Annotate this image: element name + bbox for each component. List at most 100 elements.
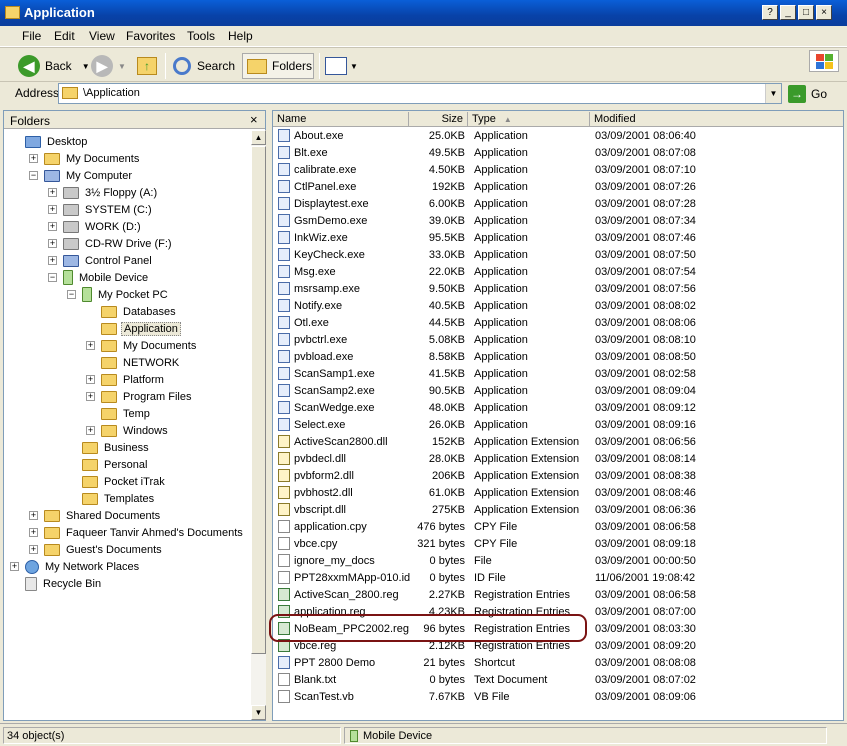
- minimize-button[interactable]: _: [780, 5, 796, 20]
- file-row[interactable]: ActiveScan2800.dll 152KB Application Exten…: [273, 434, 843, 451]
- file-row[interactable]: msrsamp.exe 9.50KB Application 03/09/2001 0…: [273, 281, 843, 298]
- file-row[interactable]: Msg.exe 22.0KB Application 03/09/2001 08:07…: [273, 264, 843, 281]
- collapse-icon[interactable]: −: [48, 273, 57, 282]
- file-row[interactable]: ScanSamp1.exe 41.5KB Application 03/09/2001…: [273, 366, 843, 383]
- file-row[interactable]: pvbdecl.dll 28.0KB Application Extension 03…: [273, 451, 843, 468]
- expand-icon[interactable]: +: [29, 511, 38, 520]
- file-row[interactable]: ActiveScan_2800.reg 2.27KB Registration En…: [273, 587, 843, 604]
- tree-item[interactable]: − Mobile Device: [48, 269, 150, 286]
- menu-favorites[interactable]: Favorites: [126, 29, 175, 43]
- tree-item[interactable]: + Guest's Documents: [29, 541, 164, 558]
- file-row[interactable]: InkWiz.exe 95.5KB Application 03/09/2001 08…: [273, 230, 843, 247]
- up-folder-button[interactable]: ↑: [137, 53, 157, 79]
- maximize-button[interactable]: □: [798, 5, 814, 20]
- file-row[interactable]: KeyCheck.exe 33.0KB Application 03/09/2001 …: [273, 247, 843, 264]
- file-row[interactable]: PPT28xxmMApp-010.id 0 bytes ID File 11/06/2…: [273, 570, 843, 587]
- file-row[interactable]: ScanSamp2.exe 90.5KB Application 03/09/2001…: [273, 383, 843, 400]
- expand-icon[interactable]: +: [48, 256, 57, 265]
- tree-item[interactable]: + Shared Documents: [29, 507, 162, 524]
- tree-item[interactable]: Application: [101, 320, 181, 337]
- folders-scrollbar[interactable]: ▲ ▼: [251, 130, 266, 720]
- scroll-down-icon[interactable]: ▼: [251, 705, 266, 720]
- collapse-icon[interactable]: −: [29, 171, 38, 180]
- file-row[interactable]: pvbform2.dll 206KB Application Extension 03…: [273, 468, 843, 485]
- tree-item[interactable]: NETWORK: [101, 354, 181, 371]
- file-row[interactable]: PPT 2800 Demo 21 bytes Shortcut 03/09/2001 …: [273, 655, 843, 672]
- tree-item[interactable]: Templates: [82, 490, 156, 507]
- tree-item[interactable]: Desktop: [25, 133, 89, 150]
- close-button[interactable]: ×: [816, 5, 832, 20]
- menu-edit[interactable]: Edit: [54, 29, 75, 43]
- views-button[interactable]: ▼: [325, 53, 358, 79]
- scroll-thumb[interactable]: [251, 146, 266, 654]
- help-button[interactable]: ?: [762, 5, 778, 20]
- file-row[interactable]: GsmDemo.exe 39.0KB Application 03/09/2001 0…: [273, 213, 843, 230]
- file-row[interactable]: Blt.exe 49.5KB Application 03/09/2001 08:07…: [273, 145, 843, 162]
- tree-item[interactable]: + WORK (D:): [48, 218, 143, 235]
- folders-button[interactable]: Folders: [242, 53, 314, 79]
- tree-item[interactable]: + My Network Places: [10, 558, 141, 575]
- tree-item[interactable]: + Program Files: [86, 388, 193, 405]
- tree-item[interactable]: − My Pocket PC: [67, 286, 170, 303]
- back-button[interactable]: ◀ Back ▼: [18, 53, 90, 79]
- file-row[interactable]: pvbctrl.exe 5.08KB Application 03/09/2001 0…: [273, 332, 843, 349]
- file-row[interactable]: vbscript.dll 275KB Application Extension 03…: [273, 502, 843, 519]
- file-row[interactable]: CtlPanel.exe 192KB Application 03/09/2001 0…: [273, 179, 843, 196]
- tree-item[interactable]: Databases: [101, 303, 178, 320]
- file-row[interactable]: ignore_my_docs 0 bytes File 03/09/2001 00:0…: [273, 553, 843, 570]
- file-row[interactable]: vbce.cpy 321 bytes CPY File 03/09/2001 08:0…: [273, 536, 843, 553]
- file-row[interactable]: Notify.exe 40.5KB Application 03/09/2001 08…: [273, 298, 843, 315]
- file-row[interactable]: pvbload.exe 8.58KB Application 03/09/2001 0…: [273, 349, 843, 366]
- expand-icon[interactable]: +: [29, 154, 38, 163]
- tree-item[interactable]: Recycle Bin: [25, 575, 103, 592]
- tree-item[interactable]: Pocket iTrak: [82, 473, 167, 490]
- title-bar[interactable]: Application ? _ □ ×: [0, 0, 847, 26]
- search-button[interactable]: Search: [173, 53, 235, 79]
- address-input[interactable]: \Application ▼: [58, 83, 782, 104]
- expand-icon[interactable]: +: [48, 222, 57, 231]
- scroll-up-icon[interactable]: ▲: [251, 130, 266, 145]
- column-modified[interactable]: Modified: [590, 112, 843, 127]
- tree-item[interactable]: + CD-RW Drive (F:): [48, 235, 174, 252]
- tree-item[interactable]: + Control Panel: [48, 252, 154, 269]
- menu-view[interactable]: View: [89, 29, 115, 43]
- column-size[interactable]: Size: [409, 112, 468, 127]
- menu-tools[interactable]: Tools: [187, 29, 215, 43]
- forward-button[interactable]: ▶ ▼: [91, 53, 126, 79]
- tree-item[interactable]: Business: [82, 439, 151, 456]
- address-dropdown-icon[interactable]: ▼: [765, 84, 781, 103]
- file-row[interactable]: Select.exe 26.0KB Application 03/09/2001 08…: [273, 417, 843, 434]
- expand-icon[interactable]: +: [48, 188, 57, 197]
- column-name[interactable]: Name: [273, 112, 409, 127]
- expand-icon[interactable]: +: [86, 341, 95, 350]
- go-button[interactable]: → Go: [788, 83, 827, 104]
- tree-item[interactable]: + Windows: [86, 422, 170, 439]
- tree-item[interactable]: Personal: [82, 456, 149, 473]
- tree-item[interactable]: − My Computer: [29, 167, 134, 184]
- menu-help[interactable]: Help: [228, 29, 253, 43]
- tree-item[interactable]: + My Documents: [86, 337, 198, 354]
- file-row[interactable]: Blank.txt 0 bytes Text Document 03/09/2001 …: [273, 672, 843, 689]
- tree-item[interactable]: + My Documents: [29, 150, 141, 167]
- menu-file[interactable]: File: [22, 29, 41, 43]
- file-row[interactable]: calibrate.exe 4.50KB Application 03/09/2001…: [273, 162, 843, 179]
- file-row[interactable]: pvbhost2.dll 61.0KB Application Extension 0…: [273, 485, 843, 502]
- file-row[interactable]: About.exe 25.0KB Application 03/09/2001 08:…: [273, 128, 843, 145]
- expand-icon[interactable]: +: [86, 426, 95, 435]
- file-row[interactable]: ScanTest.vb 7.67KB VB File 03/09/2001 08:09…: [273, 689, 843, 706]
- collapse-icon[interactable]: −: [67, 290, 76, 299]
- file-row[interactable]: ScanWedge.exe 48.0KB Application 03/09/2001…: [273, 400, 843, 417]
- expand-icon[interactable]: +: [10, 562, 19, 571]
- tree-item[interactable]: + SYSTEM (C:): [48, 201, 154, 218]
- expand-icon[interactable]: +: [29, 545, 38, 554]
- expand-icon[interactable]: +: [29, 528, 38, 537]
- close-pane-icon[interactable]: ×: [250, 112, 258, 127]
- expand-icon[interactable]: +: [48, 205, 57, 214]
- expand-icon[interactable]: +: [48, 239, 57, 248]
- file-row[interactable]: Otl.exe 44.5KB Application 03/09/2001 08:08…: [273, 315, 843, 332]
- file-row[interactable]: application.cpy 476 bytes CPY File 03/09/20…: [273, 519, 843, 536]
- tree-item[interactable]: +3½ Floppy (A:): [48, 184, 159, 201]
- tree-item[interactable]: + Platform: [86, 371, 166, 388]
- column-type[interactable]: Type ▲: [468, 112, 590, 127]
- expand-icon[interactable]: +: [86, 375, 95, 384]
